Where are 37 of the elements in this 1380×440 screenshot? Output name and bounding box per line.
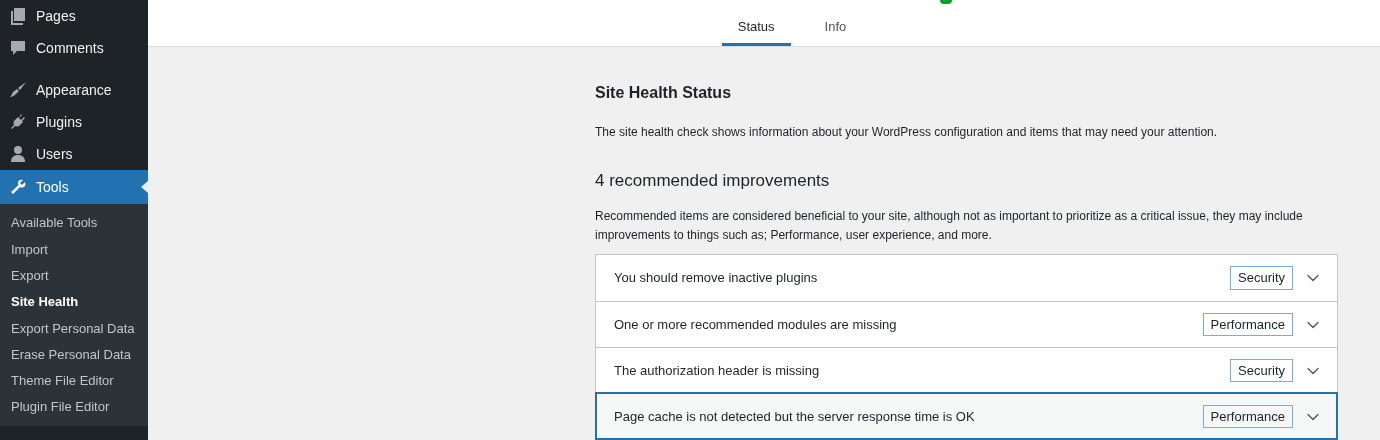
page-title: Site Health Status: [595, 82, 733, 103]
speech-bubble-icon: [8, 38, 28, 58]
submenu-item[interactable]: Site Health: [0, 288, 148, 316]
current-pointer-icon: [141, 181, 148, 193]
pages-icon: [8, 6, 28, 26]
intro-text: The site health check shows information about your WordPress configuration and items that may need your attention.: [595, 123, 1219, 141]
submenu-item[interactable]: Plugin File Editor: [0, 394, 148, 421]
status-indicator-icon: [940, 0, 952, 4]
menu-item[interactable]: Comments: [0, 32, 148, 64]
issue-title: The authorization header is missing: [614, 361, 821, 380]
menu-item[interactable]: Tools: [0, 170, 148, 204]
submenu-item[interactable]: Erase Personal Data: [0, 341, 148, 368]
submenu-item[interactable]: Export Personal Data: [0, 315, 148, 342]
menu-item[interactable]: Pages: [0, 0, 148, 32]
submenu-item[interactable]: Export: [0, 262, 148, 289]
tab[interactable]: Info: [808, 11, 863, 46]
submenu-item[interactable]: Theme File Editor: [0, 367, 148, 395]
tab[interactable]: Status: [721, 11, 791, 46]
paintbrush-icon: [8, 80, 28, 100]
issue-title: One or more recommended modules are missing: [614, 315, 898, 334]
category-tag: Performance: [1202, 312, 1293, 337]
issue-title: You should remove inactive plugins: [614, 269, 819, 288]
issue-row[interactable]: One or more recommended modules are missing Performance: [596, 301, 1337, 347]
user-icon: [8, 144, 28, 164]
category-tag: Security: [1230, 358, 1293, 383]
category-tag: Security: [1230, 266, 1293, 290]
submenu-item[interactable]: Available Tools: [0, 210, 148, 237]
menu-item[interactable]: Users: [0, 138, 148, 170]
menu-item[interactable]: Plugins: [0, 106, 148, 138]
issue-title: Page cache is not detected but the server response time is OK: [614, 407, 976, 426]
section-heading: 4 recommended improvements: [595, 169, 831, 192]
issue-row[interactable]: Page cache is not detected but the server response time is OK Performance: [596, 393, 1337, 439]
issue-row[interactable]: You should remove inactive plugins Security: [596, 255, 1337, 301]
category-tag: Performance: [1202, 404, 1293, 429]
menu-item[interactable]: Appearance: [0, 74, 148, 106]
description-text: Recommended items are considered beneficial to your site, although not as important to prioritize as a critical issue, they may include improvements to things such as; Performance, user experience, and more.: [595, 208, 1304, 244]
submenu-item[interactable]: Import: [0, 236, 148, 263]
